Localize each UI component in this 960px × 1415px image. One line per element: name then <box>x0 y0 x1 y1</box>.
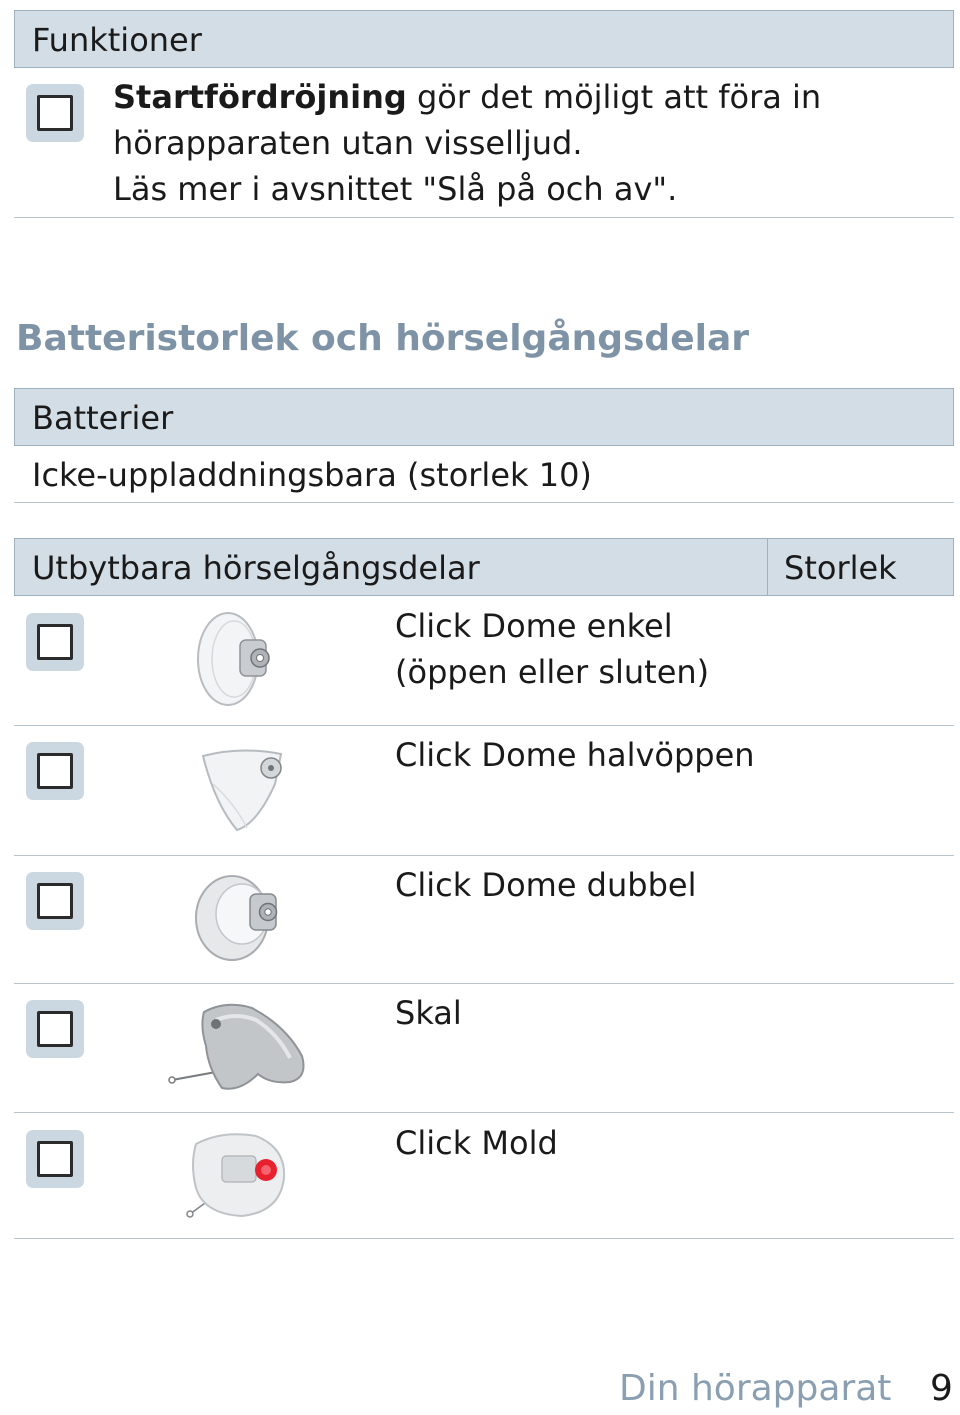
startup-delay-title: Startfördröjning <box>113 78 407 116</box>
section-heading: Batteristorlek och hörselgångsdelar <box>16 318 750 359</box>
click-mold-checkbox[interactable] <box>26 1130 84 1188</box>
divider <box>14 855 954 856</box>
startup-delay-checkbox[interactable] <box>26 84 84 142</box>
click-dome-single-checkbox[interactable] <box>26 613 84 671</box>
part-label: Click Mold <box>395 1124 558 1162</box>
startup-delay-text: Startfördröjning gör det möjligt att för… <box>113 74 821 212</box>
footer-section-title: Din hörapparat <box>619 1368 892 1409</box>
divider <box>14 1112 954 1113</box>
shell-checkbox[interactable] <box>26 1000 84 1058</box>
click-dome-double-checkbox[interactable] <box>26 872 84 930</box>
startup-delay-line2: hörapparaten utan visselljud. <box>113 124 583 162</box>
parts-table-header: Utbytbara hörselgångsdelar Storlek <box>14 538 954 596</box>
battery-value: Icke-uppladdningsbara (storlek 10) <box>32 456 592 494</box>
divider <box>14 1238 954 1239</box>
click-dome-half-open-icon <box>201 749 283 832</box>
click-dome-single-icon <box>197 612 270 706</box>
size-header-label: Storlek <box>784 549 897 587</box>
divider <box>14 217 954 218</box>
parts-header-label: Utbytbara hörselgångsdelar <box>32 549 480 587</box>
battery-header-label: Batterier <box>32 399 174 437</box>
part-label: Click Dome halvöppen <box>395 736 755 774</box>
functions-header: Funktioner <box>14 10 954 68</box>
click-mold-icon <box>186 1133 286 1218</box>
startup-delay-line3: Läs mer i avsnittet "Slå på och av". <box>113 170 678 208</box>
part-label: Skal <box>395 994 462 1032</box>
divider <box>14 983 954 984</box>
part-label: Click Dome dubbel <box>395 866 697 904</box>
shell-icon <box>168 1003 305 1090</box>
column-separator <box>767 539 768 595</box>
battery-header: Batterier <box>14 388 954 446</box>
divider <box>14 502 954 503</box>
click-dome-double-icon <box>195 875 278 961</box>
click-dome-half-open-checkbox[interactable] <box>26 742 84 800</box>
page-number: 9 <box>930 1368 953 1409</box>
part-label: Click Dome enkel (öppen eller sluten) <box>395 607 710 691</box>
functions-header-label: Funktioner <box>32 21 202 59</box>
divider <box>14 725 954 726</box>
